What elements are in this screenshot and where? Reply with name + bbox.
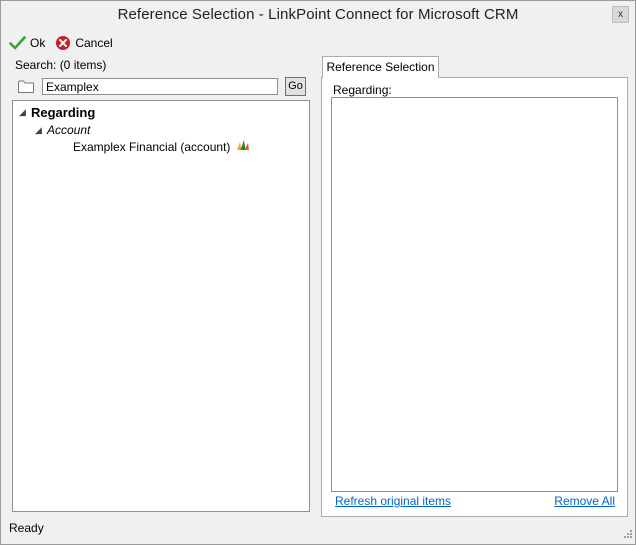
tab-reference-selection[interactable]: Reference Selection — [322, 56, 439, 78]
close-button[interactable]: x — [612, 6, 629, 23]
checkmark-icon — [9, 35, 26, 51]
resize-grip-icon[interactable] — [622, 527, 632, 541]
search-label: Search: (0 items) — [15, 58, 107, 72]
dynamics-crm-icon — [236, 139, 250, 154]
cancel-label: Cancel — [75, 36, 113, 50]
folder-icon[interactable] — [18, 80, 34, 96]
results-tree[interactable]: ◢ Regarding ◢ Account Examplex Financial… — [12, 100, 310, 512]
status-text: Ready — [9, 521, 44, 535]
tree-item-label: Examplex Financial (account) — [73, 139, 231, 154]
search-input[interactable] — [42, 78, 278, 95]
expand-triangle-icon[interactable]: ◢ — [35, 125, 47, 136]
toolbar: Ok Cancel — [7, 33, 115, 53]
ok-label: Ok — [30, 36, 46, 50]
tree-node-label: Account — [47, 123, 91, 137]
title-bar: Reference Selection - LinkPoint Connect … — [1, 1, 635, 31]
refresh-original-items-link[interactable]: Refresh original items — [335, 494, 451, 508]
status-bar: Ready — [1, 517, 635, 544]
tree-node-label: Regarding — [31, 105, 96, 120]
window-title: Reference Selection - LinkPoint Connect … — [117, 6, 519, 23]
ok-button[interactable]: Ok — [7, 33, 47, 53]
dialog-window: Reference Selection - LinkPoint Connect … — [0, 0, 636, 545]
cancel-circle-icon — [55, 35, 71, 51]
expand-triangle-icon[interactable]: ◢ — [19, 107, 31, 118]
remove-all-link[interactable]: Remove All — [554, 494, 615, 508]
tree-item-examplex-financial[interactable]: Examplex Financial (account) — [73, 139, 250, 154]
go-button[interactable]: Go — [285, 77, 306, 96]
tree-node-regarding[interactable]: ◢ Regarding — [19, 105, 95, 120]
reference-selection-panel: Regarding: Refresh original items Remove… — [321, 77, 628, 517]
tree-node-account[interactable]: ◢ Account — [35, 123, 90, 137]
regarding-label: Regarding: — [333, 83, 392, 97]
cancel-button[interactable]: Cancel — [53, 33, 114, 53]
regarding-list[interactable] — [331, 97, 618, 492]
